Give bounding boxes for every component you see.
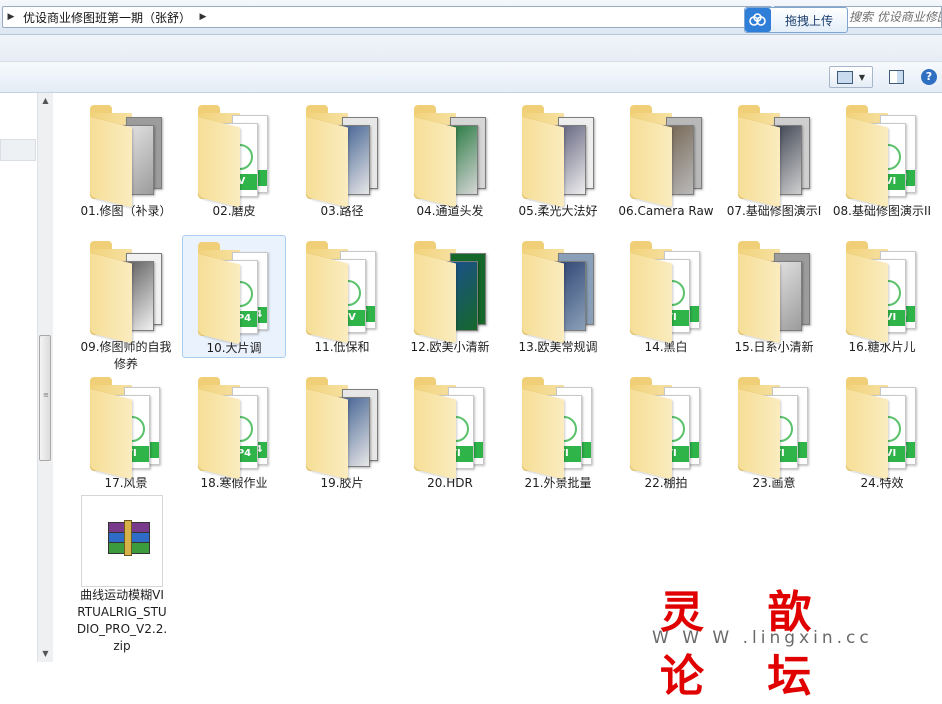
folder-icon: [518, 103, 598, 208]
folder-item[interactable]: LVLV02.磨皮: [182, 99, 286, 220]
view-options-button[interactable]: ▼: [829, 66, 873, 88]
preview-pane-button[interactable]: [885, 66, 907, 88]
chevron-down-icon: ▼: [858, 72, 866, 82]
folder-icon: [302, 375, 382, 480]
chevron-right-icon[interactable]: ▶: [3, 12, 19, 22]
folder-item[interactable]: MP4MP418.寒假作业: [182, 371, 286, 492]
zip-file-item[interactable]: 曲线运动模糊VIRTUALRIG_STUDIO_PRO_V2.2.zip: [74, 491, 170, 655]
folder-icon: AVIAVI: [842, 375, 922, 480]
folder-item[interactable]: AVIAVI08.基础修图演示II: [830, 99, 934, 220]
nav-scrollbar[interactable]: ▲ ≡ ▼: [37, 93, 53, 662]
folder-icon: [410, 103, 490, 208]
folder-item[interactable]: 03.路径: [290, 99, 394, 220]
folder-item[interactable]: VIVI23.画意: [722, 371, 826, 492]
folder-item[interactable]: VIVI14.黑白: [614, 235, 718, 356]
folder-icon: [518, 239, 598, 344]
scroll-up-icon[interactable]: ▲: [38, 93, 53, 109]
breadcrumb-segment[interactable]: 优设商业修图班第一期（张舒）: [19, 9, 195, 26]
folder-item[interactable]: VIVI20.HDR: [398, 371, 502, 492]
chevron-right-icon[interactable]: ▶: [195, 12, 211, 22]
menu-strip: [0, 35, 942, 62]
folder-icon: [734, 103, 814, 208]
folder-item[interactable]: VIVI21.外景批量: [506, 371, 610, 492]
folder-item[interactable]: MVMV11.低保和: [290, 235, 394, 356]
folder-item[interactable]: 13.欧美常规调: [506, 235, 610, 356]
folder-item[interactable]: 07.基础修图演示I: [722, 99, 826, 220]
folder-icon: AVIAVI: [842, 239, 922, 344]
folder-icon: LVLV: [194, 103, 274, 208]
folder-icon: [86, 103, 166, 208]
folder-icon: VIVI: [86, 375, 166, 480]
folder-item[interactable]: 04.通道头发: [398, 99, 502, 220]
folder-icon: MP4MP4: [194, 240, 274, 345]
folder-icon: VIVI: [626, 239, 706, 344]
toolbar: ▼ ?: [0, 62, 942, 93]
folder-item[interactable]: 06.Camera Raw: [614, 99, 718, 220]
folder-item[interactable]: VIVI22.棚拍: [614, 371, 718, 492]
folder-icon: MVMV: [302, 239, 382, 344]
folder-icon: MP4MP4: [194, 375, 274, 480]
folder-item[interactable]: AVIAVI24.特效: [830, 371, 934, 492]
folder-item[interactable]: 09.修图师的自我修养: [74, 235, 178, 373]
folder-icon: VIVI: [626, 375, 706, 480]
help-button[interactable]: ?: [918, 66, 940, 88]
folder-item[interactable]: 01.修图（补录）: [74, 99, 178, 220]
folder-icon: [734, 239, 814, 344]
view-icon: [836, 70, 853, 84]
scroll-thumb[interactable]: ≡: [39, 335, 51, 461]
address-bar: ▶ 优设商业修图班第一期（张舒） ▶ 搜索 优设商业修图班... 拖拽上传: [0, 0, 942, 35]
folder-item[interactable]: AVIAVI16.糖水片儿: [830, 235, 934, 356]
folder-icon: VIVI: [410, 375, 490, 480]
folder-item[interactable]: 12.欧美小清新: [398, 235, 502, 356]
help-icon: ?: [921, 69, 937, 85]
folder-label: 09.修图师的自我修养: [80, 340, 172, 371]
scroll-down-icon[interactable]: ▼: [38, 646, 53, 662]
folder-icon: [410, 239, 490, 344]
folder-icon: VIVI: [518, 375, 598, 480]
watermark-url: W W W .lingxin.cc: [652, 628, 873, 648]
address-box[interactable]: ▶ 优设商业修图班第一期（张舒） ▶: [2, 6, 772, 28]
folder-item[interactable]: 19.胶片: [290, 371, 394, 492]
folder-item[interactable]: 15.日系小清新: [722, 235, 826, 356]
preview-pane-icon: [888, 70, 904, 84]
folder-icon: [86, 239, 166, 344]
folder-icon: AVIAVI: [842, 103, 922, 208]
folder-icon: VIVI: [734, 375, 814, 480]
folder-item[interactable]: MP4MP410.大片调: [182, 235, 286, 358]
folder-item[interactable]: 05.柔光大法好: [506, 99, 610, 220]
drag-upload-button[interactable]: 拖拽上传: [744, 7, 848, 33]
zip-label: 曲线运动模糊VIRTUALRIG_STUDIO_PRO_V2.2.zip: [76, 588, 168, 653]
nav-item-selected[interactable]: [0, 139, 36, 161]
winrar-archive-icon: [81, 495, 163, 587]
navigation-pane: [0, 93, 38, 662]
folder-icon: [302, 103, 382, 208]
upload-label: 拖拽上传: [784, 13, 833, 28]
cloud-icon: [745, 8, 771, 32]
grip-icon: ≡: [43, 391, 49, 399]
folder-icon: [626, 103, 706, 208]
folder-item[interactable]: VIVI17.风景: [74, 371, 178, 492]
